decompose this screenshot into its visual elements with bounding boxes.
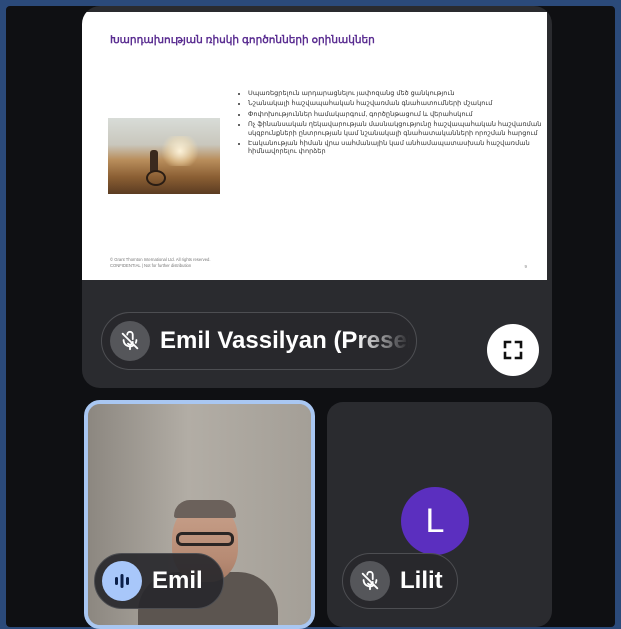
meeting-screen: Խարդախության ռիսկի գործոնների օրինակներ … [6, 6, 615, 629]
slide-bullet: Սպառեցրելուն արդարացնելու յափոզանց մեծ ց… [248, 90, 548, 98]
participant-name: Lilit [400, 567, 443, 594]
slide-footer: © Grant Thornton International Ltd. All … [110, 257, 211, 268]
slide-bullet: Էականության հիման վրա սահմանային կամ անհ… [248, 140, 548, 157]
avatar: L [401, 487, 469, 555]
slide-photo-person [150, 150, 158, 172]
slide-photo-bike [146, 170, 166, 186]
self-name: Emil [152, 567, 203, 594]
slide-bullet: Ոչ ֆինանսական ղեկավարության մասնակցությո… [248, 121, 548, 138]
audio-level-icon [102, 561, 142, 601]
slide-bullets: Սպառեցրելուն արդարացնելու յափոզանց մեծ ց… [234, 90, 548, 159]
slide-footer-copyright: © Grant Thornton International Ltd. All … [110, 257, 211, 262]
slide-bullet: Նշանակալի հաշվապահական հաշվառման գնահատո… [248, 100, 548, 108]
presenter-name: Emil Vassilyan (Presenting) [160, 327, 410, 354]
video-person-hair [174, 500, 236, 518]
mic-off-icon [110, 321, 150, 361]
shared-slide: Խարդախության ռիսկի գործոնների օրինակներ … [82, 12, 547, 280]
video-person-glasses [176, 532, 234, 546]
presenter-name-pill: Emil Vassilyan (Presenting) [101, 312, 417, 370]
slide-page-number: 9 [524, 264, 527, 269]
participant-name-pill: Lilit [342, 553, 458, 609]
self-name-pill: Emil [94, 553, 224, 609]
slide-bullet: Փոփոխություններ համակարգում, գործընթացու… [248, 111, 548, 119]
slide-photo-sun [160, 136, 200, 166]
fullscreen-icon [503, 340, 523, 360]
slide-title: Խարդախության ռիսկի գործոնների օրինակներ [110, 34, 375, 46]
fullscreen-button[interactable] [487, 324, 539, 376]
slide-photo [108, 118, 220, 194]
mic-off-icon [350, 561, 390, 601]
slide-footer-confidential: CONFIDENTIAL | Not for further distribut… [110, 262, 192, 268]
